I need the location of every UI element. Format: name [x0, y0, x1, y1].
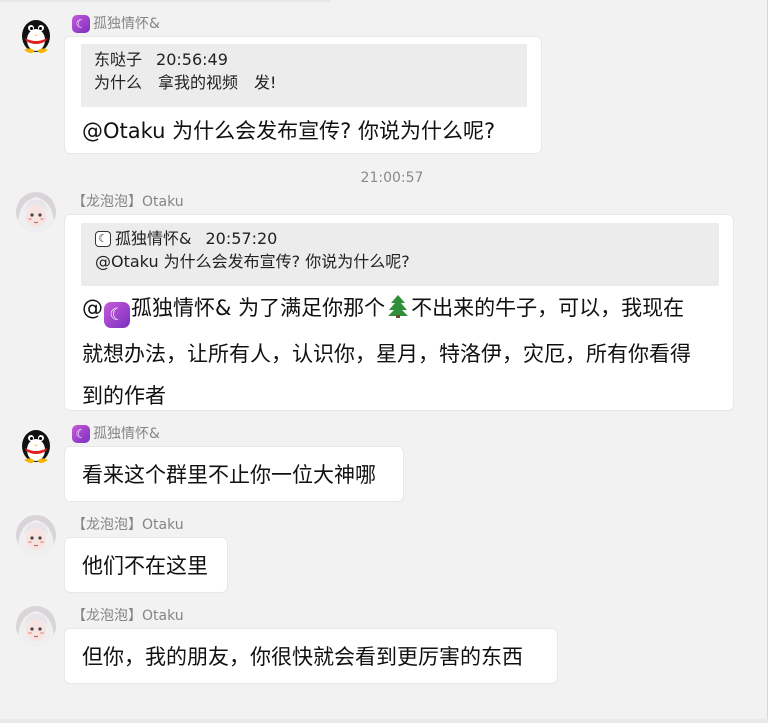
- quote-time: 20:57:20: [205, 229, 278, 248]
- penguin-avatar-icon[interactable]: [16, 14, 56, 54]
- message-text: 他们不在这里: [82, 554, 208, 578]
- sender-name[interactable]: 【龙泡泡】Otaku: [72, 606, 184, 626]
- sender-name[interactable]: 【龙泡泡】Otaku: [72, 192, 184, 212]
- quote-text: @Otaku 为什么会发布宣传? 你说为什么呢?: [95, 252, 410, 271]
- mention-at: @: [82, 296, 103, 320]
- mention-name[interactable]: 孤独情怀&: [131, 296, 231, 320]
- message-text: 但你，我的朋友，你很快就会看到更厉害的东西: [82, 645, 523, 669]
- message-bubble[interactable]: 看来这个群里不止你一位大神哪: [64, 446, 404, 502]
- quote-author: 东哒子: [94, 50, 143, 69]
- sender-name[interactable]: ☾ 孤独情怀&: [72, 424, 160, 444]
- penguin-avatar-icon[interactable]: [16, 424, 56, 464]
- message-bubble[interactable]: ☾ 孤独情怀& 20:57:20 @Otaku 为什么会发布宣传? 你说为什么呢…: [64, 214, 734, 411]
- message-bubble[interactable]: 但你，我的朋友，你很快就会看到更厉害的东西: [64, 628, 558, 684]
- message-text: @ ☾ 孤独情怀& 为了满足你那个 不出来的牛子，可以，我现在 就想办法，让所有人，认…: [82, 287, 728, 417]
- anime-girl-avatar-icon[interactable]: [16, 606, 56, 646]
- quoted-message[interactable]: ☾ 孤独情怀& 20:57:20 @Otaku 为什么会发布宣传? 你说为什么呢…: [81, 223, 719, 286]
- crescent-moon-badge-icon: ☾: [72, 15, 90, 33]
- quote-text: 为什么 拿我的视频 发!: [94, 73, 277, 92]
- message-text: 看来这个群里不止你一位大神哪: [82, 463, 376, 487]
- input-area-edge: [0, 719, 768, 723]
- anime-girl-avatar-icon[interactable]: [16, 192, 56, 232]
- crescent-moon-badge-icon: ☾: [72, 425, 90, 443]
- anime-girl-avatar-icon[interactable]: [16, 515, 56, 555]
- message-bubble[interactable]: 东哒子 20:56:49 为什么 拿我的视频 发! @Otaku 为什么会发布宣…: [64, 36, 542, 154]
- message-text: @Otaku 为什么会发布宣传? 你说为什么呢?: [82, 119, 496, 143]
- window-top-edge: [0, 0, 330, 2]
- time-divider: 21:00:57: [360, 170, 424, 186]
- quote-author: 孤独情怀&: [115, 229, 192, 248]
- crescent-moon-badge-icon: ☾: [104, 302, 130, 328]
- sender-name[interactable]: 【龙泡泡】Otaku: [72, 515, 184, 535]
- quote-time: 20:56:49: [156, 50, 228, 69]
- quoted-message[interactable]: 东哒子 20:56:49 为什么 拿我的视频 发!: [81, 44, 527, 107]
- tree-emoji-icon: [385, 291, 411, 333]
- message-bubble[interactable]: 他们不在这里: [64, 537, 228, 593]
- sender-name[interactable]: ☾ 孤独情怀&: [72, 14, 160, 34]
- crescent-moon-badge-icon: ☾: [95, 230, 111, 247]
